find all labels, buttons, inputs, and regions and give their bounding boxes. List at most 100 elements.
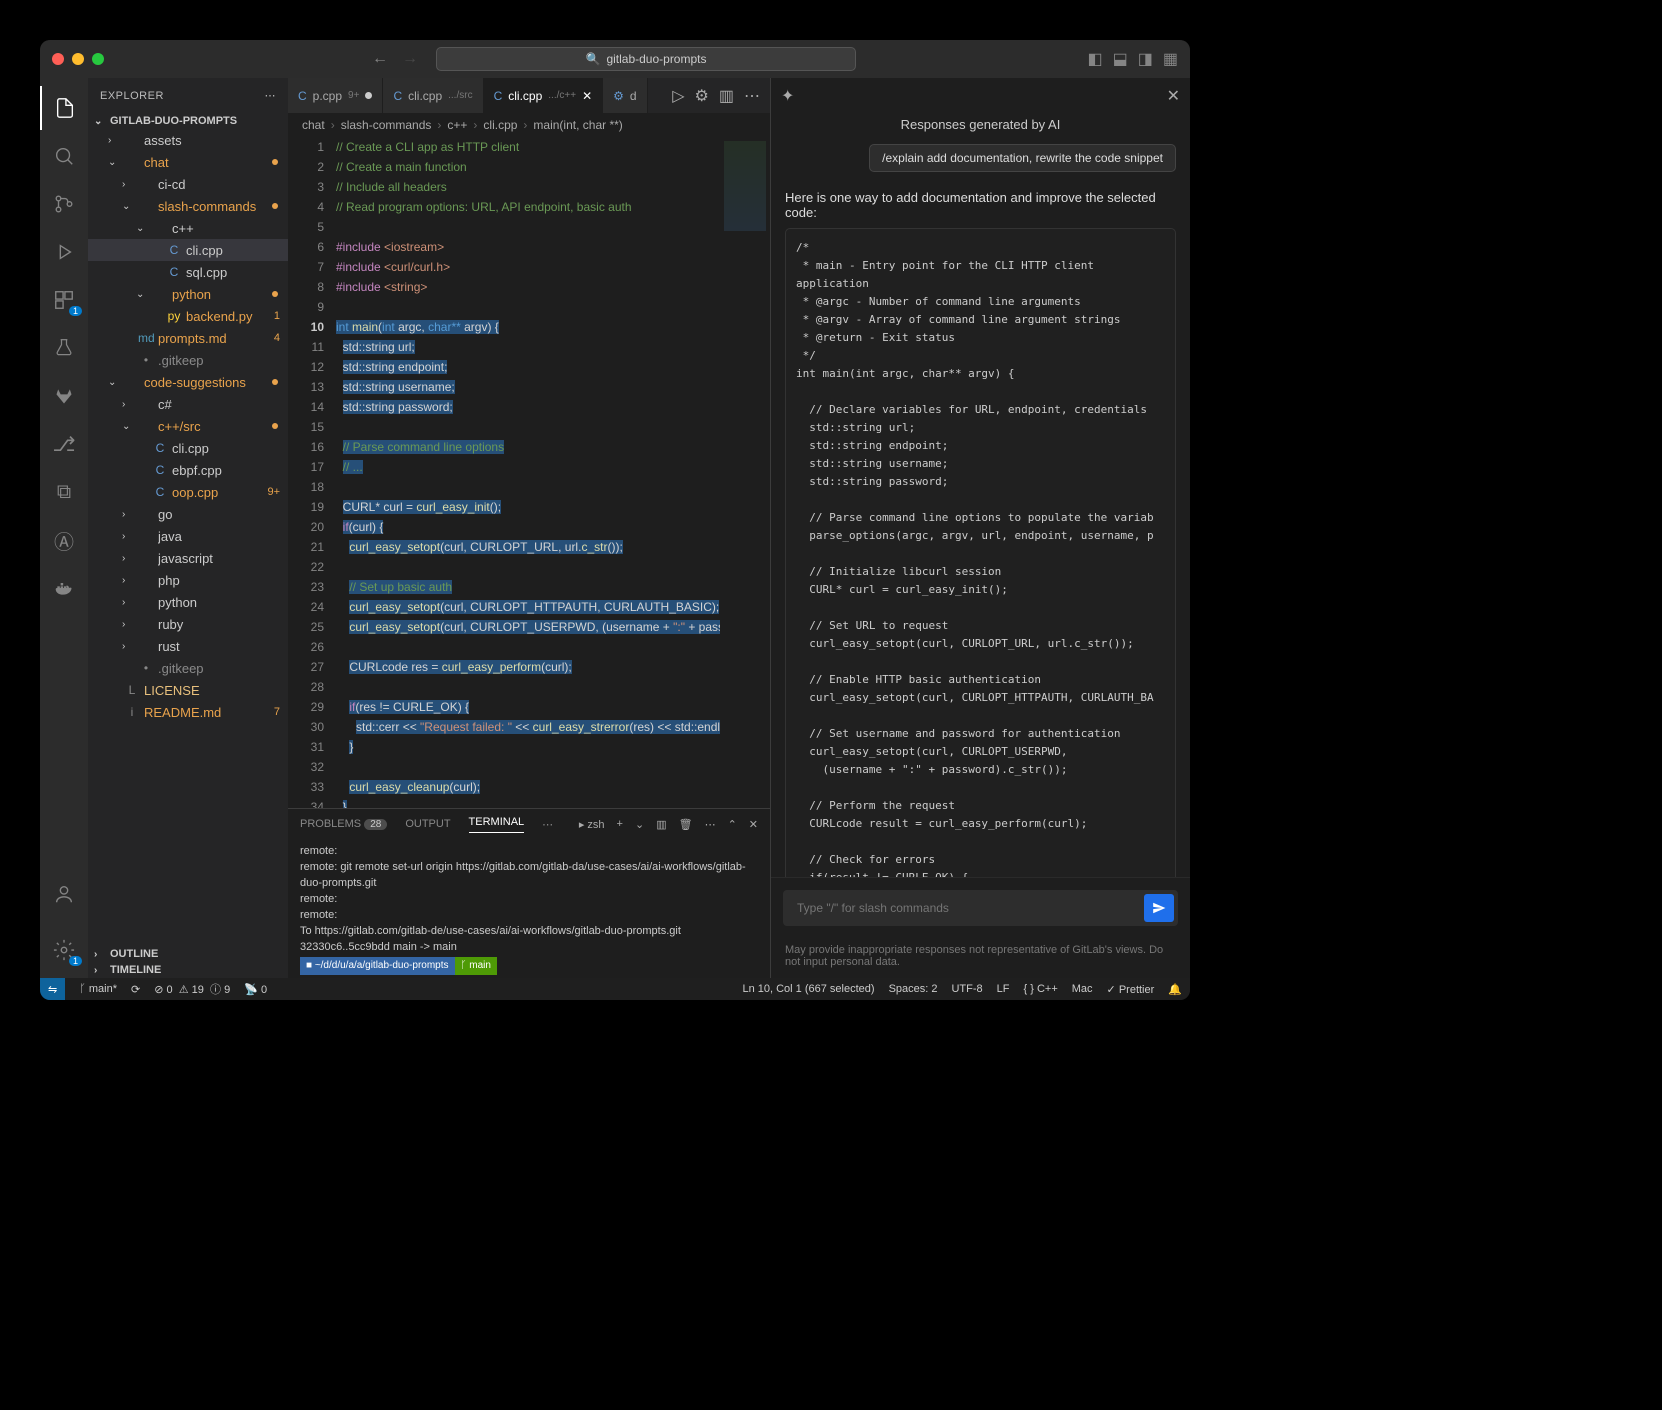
file-LICENSE[interactable]: LLICENSE bbox=[88, 679, 288, 701]
split-terminal-icon[interactable]: ▥ bbox=[656, 818, 666, 831]
file-.gitkeep[interactable]: •.gitkeep bbox=[88, 349, 288, 371]
os-indicator[interactable]: Mac bbox=[1072, 983, 1093, 995]
duo-prompt-chip[interactable]: /explain add documentation, rewrite the … bbox=[869, 144, 1176, 172]
duo-disclaimer: May provide inappropriate responses not … bbox=[771, 938, 1190, 978]
tab-d[interactable]: ⚙d bbox=[603, 78, 647, 113]
lang-indicator[interactable]: { } C++ bbox=[1024, 983, 1058, 995]
settings-gear-icon[interactable]: 1 bbox=[40, 928, 88, 972]
nav-back-icon[interactable]: ← bbox=[372, 50, 388, 68]
gear-icon[interactable]: ⚙ bbox=[695, 86, 709, 106]
minimize-window-icon[interactable] bbox=[72, 53, 84, 65]
duo-chat-input[interactable] bbox=[795, 900, 1144, 916]
ports-indicator[interactable]: 📡 0 bbox=[244, 983, 267, 996]
activity-bar: 1 ⎇ ⧉ Ⓐ 1 bbox=[40, 78, 88, 978]
testing-tab[interactable] bbox=[40, 326, 88, 370]
indent-indicator[interactable]: Spaces: 2 bbox=[889, 983, 938, 995]
folder-ruby[interactable]: ›ruby bbox=[88, 613, 288, 635]
folder-code-suggestions[interactable]: ⌄code-suggestions bbox=[88, 371, 288, 393]
eol-indicator[interactable]: LF bbox=[997, 983, 1010, 995]
layout-custom-icon[interactable]: ▦ bbox=[1163, 49, 1178, 69]
status-bar: ⇋ ᚴ main* ⟳ ⊘ 0 ⚠ 19 ⓘ 9 📡 0 Ln 10, Col … bbox=[40, 978, 1190, 1000]
docker-tab[interactable] bbox=[40, 566, 88, 610]
layout-right-icon[interactable]: ◨ bbox=[1138, 49, 1153, 69]
folder-chat[interactable]: ⌄chat bbox=[88, 151, 288, 173]
terminal-output[interactable]: remote:remote: git remote set-url origin… bbox=[288, 839, 770, 978]
gitlab-tab[interactable] bbox=[40, 374, 88, 418]
file-sql.cpp[interactable]: Csql.cpp bbox=[88, 261, 288, 283]
run-icon[interactable]: ▷ bbox=[672, 86, 684, 106]
source-control-tab[interactable] bbox=[40, 182, 88, 226]
panel-tab-output[interactable]: OUTPUT bbox=[405, 818, 450, 830]
folder-c#[interactable]: ›c# bbox=[88, 393, 288, 415]
maximize-panel-icon[interactable]: ⌃ bbox=[728, 818, 737, 831]
file-cli.cpp[interactable]: Ccli.cpp bbox=[88, 239, 288, 261]
code-editor[interactable]: // Create a CLI app as HTTP client // Cr… bbox=[336, 137, 720, 808]
folder-assets[interactable]: ›assets bbox=[88, 129, 288, 151]
encoding-indicator[interactable]: UTF-8 bbox=[951, 983, 982, 995]
folder-go[interactable]: ›go bbox=[88, 503, 288, 525]
new-terminal-icon[interactable]: + bbox=[617, 818, 623, 830]
close-icon[interactable]: ✕ bbox=[1167, 86, 1180, 106]
file-README.md[interactable]: iREADME.md7 bbox=[88, 701, 288, 723]
trash-icon[interactable]: 🗑 bbox=[679, 818, 693, 831]
branch-indicator[interactable]: ᚴ main* bbox=[79, 983, 117, 995]
search-tab[interactable] bbox=[40, 134, 88, 178]
project-section-header[interactable]: ⌄GITLAB-DUO-PROMPTS bbox=[88, 113, 288, 129]
tab-p.cpp[interactable]: Cp.cpp9+ bbox=[288, 78, 383, 113]
explorer-sidebar: EXPLORER ⋯ ⌄GITLAB-DUO-PROMPTS ›assets⌄c… bbox=[88, 78, 288, 978]
folder-python[interactable]: ⌄python bbox=[88, 283, 288, 305]
folder-php[interactable]: ›php bbox=[88, 569, 288, 591]
panel-tab-problems[interactable]: PROBLEMS 28 bbox=[300, 818, 387, 830]
folder-rust[interactable]: ›rust bbox=[88, 635, 288, 657]
split-icon[interactable]: ▥ bbox=[719, 86, 734, 106]
prettier-indicator[interactable]: ✓ Prettier bbox=[1107, 983, 1155, 996]
file-ebpf.cpp[interactable]: Cebpf.cpp bbox=[88, 459, 288, 481]
gitlab-pipelines-tab[interactable]: ⎇ bbox=[40, 422, 88, 466]
command-center[interactable]: 🔍 gitlab-duo-prompts bbox=[436, 47, 856, 71]
folder-javascript[interactable]: ›javascript bbox=[88, 547, 288, 569]
file-backend.py[interactable]: pybackend.py1 bbox=[88, 305, 288, 327]
layout-left-icon[interactable]: ◧ bbox=[1088, 49, 1103, 69]
remote-tab[interactable]: ⧉ bbox=[40, 470, 88, 514]
file-prompts.md[interactable]: mdprompts.md4 bbox=[88, 327, 288, 349]
shell-indicator[interactable]: ▸ zsh bbox=[579, 818, 605, 831]
file-.gitkeep[interactable]: •.gitkeep bbox=[88, 657, 288, 679]
tab-cli.cpp[interactable]: Ccli.cpp.../c++✕ bbox=[484, 78, 604, 113]
folder-java[interactable]: ›java bbox=[88, 525, 288, 547]
more-icon[interactable]: ⋯ bbox=[744, 86, 760, 106]
extensions-tab[interactable]: 1 bbox=[40, 278, 88, 322]
problems-indicator[interactable]: ⊘ 0 ⚠ 19 ⓘ 9 bbox=[154, 981, 230, 997]
file-cli.cpp[interactable]: Ccli.cpp bbox=[88, 437, 288, 459]
panel-tabs: PROBLEMS 28OUTPUTTERMINAL⋯▸ zsh+⌄▥🗑⋯⌃✕ bbox=[288, 809, 770, 839]
timeline-section[interactable]: ›TIMELINE bbox=[88, 962, 288, 978]
debug-tab[interactable] bbox=[40, 230, 88, 274]
folder-c++/src[interactable]: ⌄c++/src bbox=[88, 415, 288, 437]
folder-python[interactable]: ›python bbox=[88, 591, 288, 613]
outline-section[interactable]: ›OUTLINE bbox=[88, 946, 288, 962]
maximize-window-icon[interactable] bbox=[92, 53, 104, 65]
azure-tab[interactable]: Ⓐ bbox=[40, 518, 88, 562]
remote-indicator[interactable]: ⇋ bbox=[40, 978, 65, 1000]
nav-forward-icon[interactable]: → bbox=[402, 50, 418, 68]
line-gutter: 1234567891011121314151617181920212223242… bbox=[288, 137, 336, 808]
folder-slash-commands[interactable]: ⌄slash-commands bbox=[88, 195, 288, 217]
file-oop.cpp[interactable]: Coop.cpp9+ bbox=[88, 481, 288, 503]
breadcrumb[interactable]: chat›slash-commands›c++›cli.cpp›main(int… bbox=[288, 113, 770, 137]
panel-tab-terminal[interactable]: TERMINAL bbox=[469, 816, 525, 833]
send-button[interactable] bbox=[1144, 894, 1174, 922]
folder-c++[interactable]: ⌄c++ bbox=[88, 217, 288, 239]
duo-chat-panel: ✦ ✕ Responses generated by AI /explain a… bbox=[770, 78, 1190, 978]
tab-cli.cpp[interactable]: Ccli.cpp.../src bbox=[383, 78, 483, 113]
duo-icon: ✦ bbox=[781, 86, 794, 106]
close-window-icon[interactable] bbox=[52, 53, 64, 65]
layout-bottom-icon[interactable]: ⬓ bbox=[1113, 49, 1128, 69]
notifications-icon[interactable]: 🔔 bbox=[1168, 983, 1182, 996]
explorer-tab[interactable] bbox=[40, 86, 88, 130]
explorer-more-icon[interactable]: ⋯ bbox=[265, 89, 277, 102]
accounts-icon[interactable] bbox=[40, 872, 88, 916]
close-panel-icon[interactable]: ✕ bbox=[749, 818, 758, 831]
folder-ci-cd[interactable]: ›ci-cd bbox=[88, 173, 288, 195]
minimap[interactable] bbox=[720, 137, 770, 808]
sync-icon[interactable]: ⟳ bbox=[131, 983, 140, 996]
cursor-position[interactable]: Ln 10, Col 1 (667 selected) bbox=[742, 983, 874, 995]
